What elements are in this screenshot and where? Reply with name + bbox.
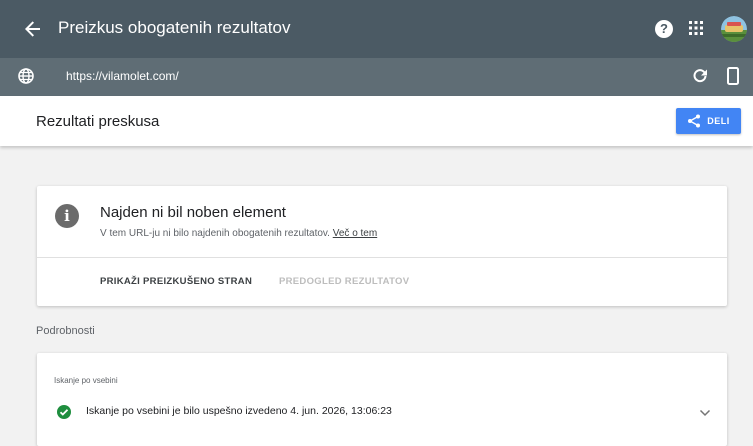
result-description: V tem URL-ju ni bilo najdenih obogatenih… xyxy=(100,228,377,239)
view-tested-page-button[interactable]: PRIKAŽI PREIZKUŠENO STRAN xyxy=(100,276,252,287)
reload-icon[interactable] xyxy=(692,68,708,84)
avatar[interactable] xyxy=(721,16,747,42)
info-icon: i xyxy=(55,204,79,228)
share-icon xyxy=(688,114,701,128)
crawl-section-label: Iskanje po vsebini xyxy=(54,376,118,385)
page-title: Preizkus obogatenih rezultatov xyxy=(58,18,291,37)
url-text: https://vilamolet.com/ xyxy=(66,69,179,83)
results-header: Rezultati preskusa DELI xyxy=(0,96,753,146)
url-bar: https://vilamolet.com/ xyxy=(0,58,753,96)
crawl-detail-card[interactable]: Iskanje po vsebini Iskanje po vsebini je… xyxy=(37,353,727,446)
check-circle-icon xyxy=(57,405,71,419)
learn-more-link[interactable]: Več o tem xyxy=(333,228,377,239)
result-title: Najden ni bil noben element xyxy=(100,204,286,221)
crawl-status: Iskanje po vsebini je bilo uspešno izved… xyxy=(86,405,392,417)
mobile-device-icon[interactable] xyxy=(727,67,739,85)
result-description-text: V tem URL-ju ni bilo najdenih obogatenih… xyxy=(100,228,330,239)
results-title: Rezultati preskusa xyxy=(36,113,160,130)
preview-results-button: PREDOGLED REZULTATOV xyxy=(279,276,410,287)
details-heading: Podrobnosti xyxy=(36,325,95,337)
card-divider xyxy=(37,257,727,258)
chevron-down-icon[interactable] xyxy=(699,405,711,417)
app-bar: Preizkus obogatenih rezultatov ? xyxy=(0,0,753,58)
share-label: DELI xyxy=(707,116,730,126)
help-icon[interactable]: ? xyxy=(655,20,673,38)
result-card: i Najden ni bil noben element V tem URL-… xyxy=(37,186,727,306)
apps-grid-icon[interactable] xyxy=(688,20,704,36)
globe-icon xyxy=(18,68,34,84)
share-button[interactable]: DELI xyxy=(676,108,741,134)
back-arrow-icon[interactable] xyxy=(18,14,48,44)
